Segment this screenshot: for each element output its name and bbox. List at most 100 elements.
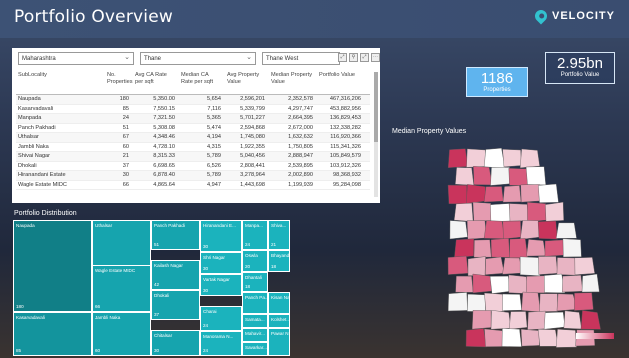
- map-region[interactable]: [562, 238, 582, 258]
- scrollbar-thumb[interactable]: [374, 72, 378, 142]
- column-header[interactable]: No. Properties: [104, 68, 133, 94]
- treemap-tile[interactable]: Charai 24: [200, 306, 242, 331]
- map-region[interactable]: [519, 148, 540, 169]
- map-region[interactable]: [525, 166, 547, 186]
- map-region[interactable]: [455, 275, 474, 293]
- treemap-tile[interactable]: Kasarvadavali 85: [13, 312, 92, 356]
- map-region[interactable]: [490, 203, 512, 223]
- treemap-tile[interactable]: Shiva... 21: [268, 220, 290, 250]
- treemap-tile[interactable]: Shri Nagar 30: [200, 252, 242, 274]
- map-region[interactable]: [502, 293, 522, 311]
- map-region[interactable]: [484, 328, 505, 347]
- map-region[interactable]: [472, 273, 492, 294]
- treemap-tile[interactable]: Samata...: [242, 314, 268, 328]
- treemap-tile[interactable]: Kolshet...: [268, 314, 290, 328]
- column-header[interactable]: SubLocality: [16, 68, 104, 94]
- map-region[interactable]: [473, 239, 492, 258]
- map-region[interactable]: [483, 186, 504, 203]
- map-region[interactable]: [544, 239, 565, 257]
- map-region[interactable]: [466, 148, 486, 168]
- map-region[interactable]: [472, 201, 492, 222]
- expand-icon[interactable]: ⤢: [360, 53, 369, 62]
- map-region[interactable]: [508, 274, 529, 294]
- map-region[interactable]: [520, 220, 540, 240]
- map-region[interactable]: [484, 292, 505, 312]
- area-dropdown[interactable]: Thane West: [262, 52, 340, 65]
- column-header[interactable]: Avg CA Rate per sqft: [132, 68, 178, 94]
- map-region[interactable]: [563, 310, 582, 330]
- map-region[interactable]: [537, 329, 559, 347]
- treemap-tile[interactable]: Kisan Na...: [268, 292, 290, 314]
- treemap-tile[interactable]: Savarkar...: [242, 342, 268, 356]
- map-region[interactable]: [555, 329, 577, 348]
- map-region[interactable]: [521, 291, 541, 313]
- map-region[interactable]: [525, 275, 546, 294]
- column-header[interactable]: Median CA Rate per sqft: [178, 68, 224, 94]
- column-header[interactable]: Avg Property Value: [224, 68, 268, 94]
- treemap-tile[interactable]: Manorama N... 24: [200, 331, 242, 356]
- filter-icon[interactable]: ⚲: [349, 53, 358, 62]
- map-region[interactable]: [490, 238, 510, 258]
- column-header[interactable]: Median Property Value: [268, 68, 316, 94]
- map-region[interactable]: [519, 256, 541, 277]
- table-row[interactable]: Naupada 180 5,350.00 5,654 2,596,201 2,352,57…: [16, 95, 370, 105]
- map-region[interactable]: [490, 310, 512, 330]
- table-row[interactable]: Dhokali 37 6,698.65 6,526 2,808,441 2,539,895…: [16, 162, 370, 171]
- table-row[interactable]: Hiranandani Estate 30 6,878.40 5,789 3,278,9…: [16, 171, 370, 181]
- focus-mode-icon[interactable]: ⤢: [338, 53, 347, 62]
- map-region[interactable]: [538, 183, 559, 203]
- map-region[interactable]: [520, 184, 540, 203]
- treemap-tile[interactable]: Panch Pa...: [242, 292, 268, 314]
- treemap-tile[interactable]: Jambli Naka 60: [92, 312, 151, 356]
- more-options-icon[interactable]: ⋯: [371, 53, 380, 62]
- map-region[interactable]: [447, 148, 469, 168]
- table-row[interactable]: Panch Pakhadi 51 5,308.08 5,474 2,594,868 2,6…: [16, 124, 370, 133]
- map-region[interactable]: [555, 222, 577, 239]
- map-region[interactable]: [483, 220, 506, 239]
- treemap-tile[interactable]: Oswla 20: [242, 250, 268, 272]
- map-region[interactable]: [501, 328, 522, 347]
- table-scrollbar[interactable]: [374, 72, 378, 197]
- table-row[interactable]: Shivai Nagar 21 8,315.33 5,789 5,040,456 2,88…: [16, 152, 370, 162]
- map-region[interactable]: [502, 220, 522, 240]
- map-region[interactable]: [454, 238, 475, 259]
- table-row[interactable]: Wagle Estate MIDC 66 4,865.64 4,947 1,443,69…: [16, 181, 370, 190]
- map-region[interactable]: [467, 256, 486, 276]
- map-region[interactable]: [465, 328, 487, 348]
- map-region[interactable]: [466, 184, 486, 204]
- map-region[interactable]: [447, 292, 468, 312]
- treemap-tile[interactable]: Dhantali 18: [242, 272, 268, 292]
- treemap-tile[interactable]: Wagle Estate MIDC 66: [92, 265, 151, 312]
- treemap-tile[interactable]: Mahavir...: [242, 328, 268, 342]
- map-region[interactable]: [537, 220, 558, 240]
- map-region[interactable]: [526, 239, 546, 257]
- map-region[interactable]: [520, 328, 540, 347]
- map-region[interactable]: [527, 202, 547, 222]
- map-region[interactable]: [467, 293, 486, 312]
- map-region[interactable]: [580, 310, 601, 330]
- treemap-tile[interactable]: Kailash Nagar 42: [151, 260, 200, 290]
- map-region[interactable]: [509, 238, 528, 259]
- state-dropdown[interactable]: Maharashtra ⌄: [18, 52, 134, 65]
- treemap-tile[interactable]: Panch Pakhadi 51: [151, 220, 200, 250]
- map-region[interactable]: [509, 203, 530, 222]
- column-header[interactable]: Portfolio Value: [316, 68, 364, 94]
- map-region[interactable]: [449, 220, 468, 240]
- map-region[interactable]: [453, 202, 474, 222]
- map-region[interactable]: [581, 273, 600, 293]
- map-region[interactable]: [473, 166, 493, 186]
- map-region[interactable]: [556, 257, 576, 276]
- map-region[interactable]: [545, 201, 564, 222]
- map-region[interactable]: [544, 273, 566, 294]
- map-region[interactable]: [471, 310, 492, 330]
- map-region[interactable]: [455, 167, 475, 186]
- map-region[interactable]: [502, 257, 523, 275]
- map-region[interactable]: [502, 149, 522, 168]
- map-region[interactable]: [574, 257, 595, 276]
- map-region[interactable]: [543, 311, 566, 330]
- table-row[interactable]: Uthalsar 67 4,348.46 4,194 1,745,080 1,632,63…: [16, 133, 370, 143]
- table-row[interactable]: Jambli Naka 60 4,728.10 4,315 1,922,355 1,750…: [16, 143, 370, 152]
- map-region[interactable]: [574, 292, 594, 311]
- table-row[interactable]: Manpada 24 7,321.50 5,365 5,701,227 2,664,395…: [16, 114, 370, 124]
- map-region[interactable]: [466, 220, 487, 240]
